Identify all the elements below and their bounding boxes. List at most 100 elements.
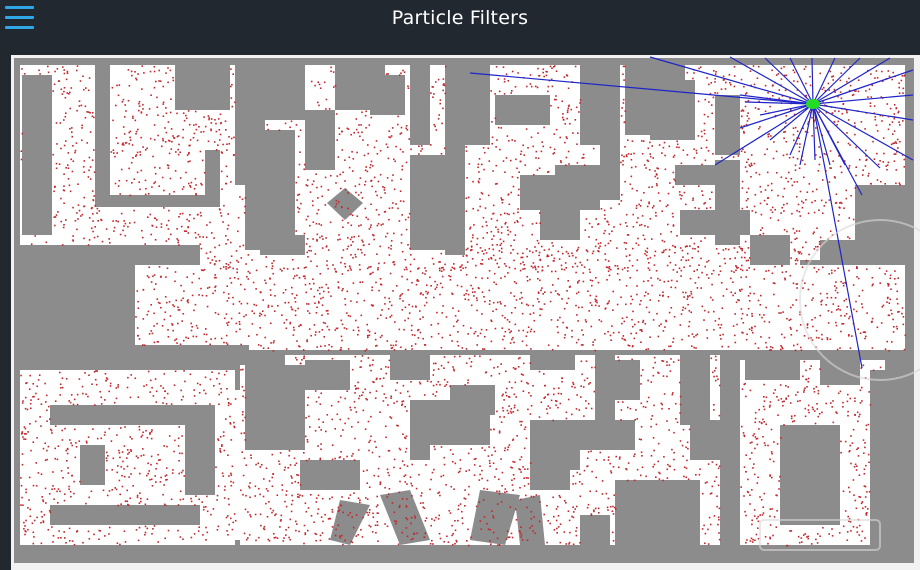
particle — [425, 464, 427, 466]
particle — [177, 306, 179, 309]
particle — [268, 480, 271, 482]
particle — [610, 505, 612, 508]
particle — [179, 213, 182, 215]
particle — [738, 299, 740, 302]
particle — [178, 143, 180, 146]
particle — [352, 282, 355, 284]
particle — [368, 486, 371, 488]
particle — [799, 190, 802, 193]
particle — [434, 288, 437, 290]
particle — [323, 81, 326, 84]
particle — [695, 474, 697, 476]
particle — [527, 326, 530, 328]
particle — [308, 328, 311, 330]
particle — [495, 66, 498, 68]
particle — [437, 368, 440, 370]
particle — [85, 87, 87, 89]
particle — [645, 306, 648, 309]
particle — [394, 389, 397, 392]
particle — [118, 479, 121, 482]
particle — [138, 101, 141, 103]
particle — [411, 334, 414, 336]
particle — [267, 128, 269, 131]
particle — [718, 507, 721, 510]
particle — [267, 306, 270, 308]
particle — [310, 515, 313, 517]
particle — [334, 534, 337, 537]
particle — [855, 469, 858, 471]
particle — [294, 309, 297, 312]
particle — [389, 416, 391, 418]
particle — [477, 251, 479, 254]
particle — [739, 247, 742, 250]
particle — [140, 500, 142, 503]
particle — [666, 364, 668, 367]
particle — [303, 452, 305, 454]
particle — [401, 275, 403, 278]
particle — [370, 180, 372, 182]
particle — [318, 83, 321, 86]
particle — [63, 90, 65, 93]
particle — [890, 309, 892, 312]
particle — [465, 292, 467, 295]
particle — [407, 216, 410, 219]
particle — [394, 160, 396, 163]
particle — [340, 435, 342, 437]
particle — [666, 420, 668, 422]
particle — [568, 519, 571, 522]
particle — [78, 100, 81, 102]
particle — [753, 205, 756, 208]
particle — [688, 325, 690, 328]
particle — [480, 328, 483, 331]
particle — [306, 439, 309, 441]
particle — [441, 312, 443, 314]
particle — [537, 67, 539, 70]
particle — [479, 520, 482, 522]
particle — [577, 132, 579, 134]
particle — [551, 242, 553, 244]
particle — [164, 141, 167, 143]
particle — [46, 449, 48, 452]
particle — [886, 164, 889, 166]
particle — [182, 395, 184, 398]
particle — [532, 262, 535, 264]
particle — [630, 166, 633, 169]
particle — [805, 199, 807, 201]
particle — [260, 524, 262, 527]
particle — [446, 381, 449, 383]
particle — [145, 384, 148, 386]
particle — [529, 83, 532, 85]
particle — [622, 73, 624, 76]
particle — [715, 463, 718, 466]
particle — [448, 275, 450, 277]
particle — [99, 390, 101, 393]
particle — [38, 374, 41, 376]
particle — [150, 304, 152, 306]
particle — [798, 230, 801, 232]
particle — [800, 349, 803, 351]
particle — [174, 439, 176, 442]
particle — [434, 448, 436, 451]
particle — [547, 393, 550, 396]
particle — [160, 306, 162, 309]
particle — [289, 322, 291, 325]
particle — [217, 118, 220, 120]
particle — [802, 246, 804, 249]
particle — [367, 329, 369, 332]
particle — [218, 393, 220, 396]
particle — [556, 532, 558, 534]
particle — [475, 264, 477, 267]
particle — [641, 330, 643, 333]
particle — [72, 160, 75, 162]
particle — [140, 169, 143, 172]
map-viewport[interactable] — [11, 55, 920, 570]
particle — [741, 127, 744, 130]
particle — [202, 534, 204, 536]
particle — [205, 526, 207, 529]
particle — [714, 92, 716, 94]
particle — [486, 277, 489, 279]
particle — [822, 212, 824, 214]
particle — [490, 375, 493, 377]
particle — [626, 155, 628, 158]
particle — [801, 266, 804, 268]
